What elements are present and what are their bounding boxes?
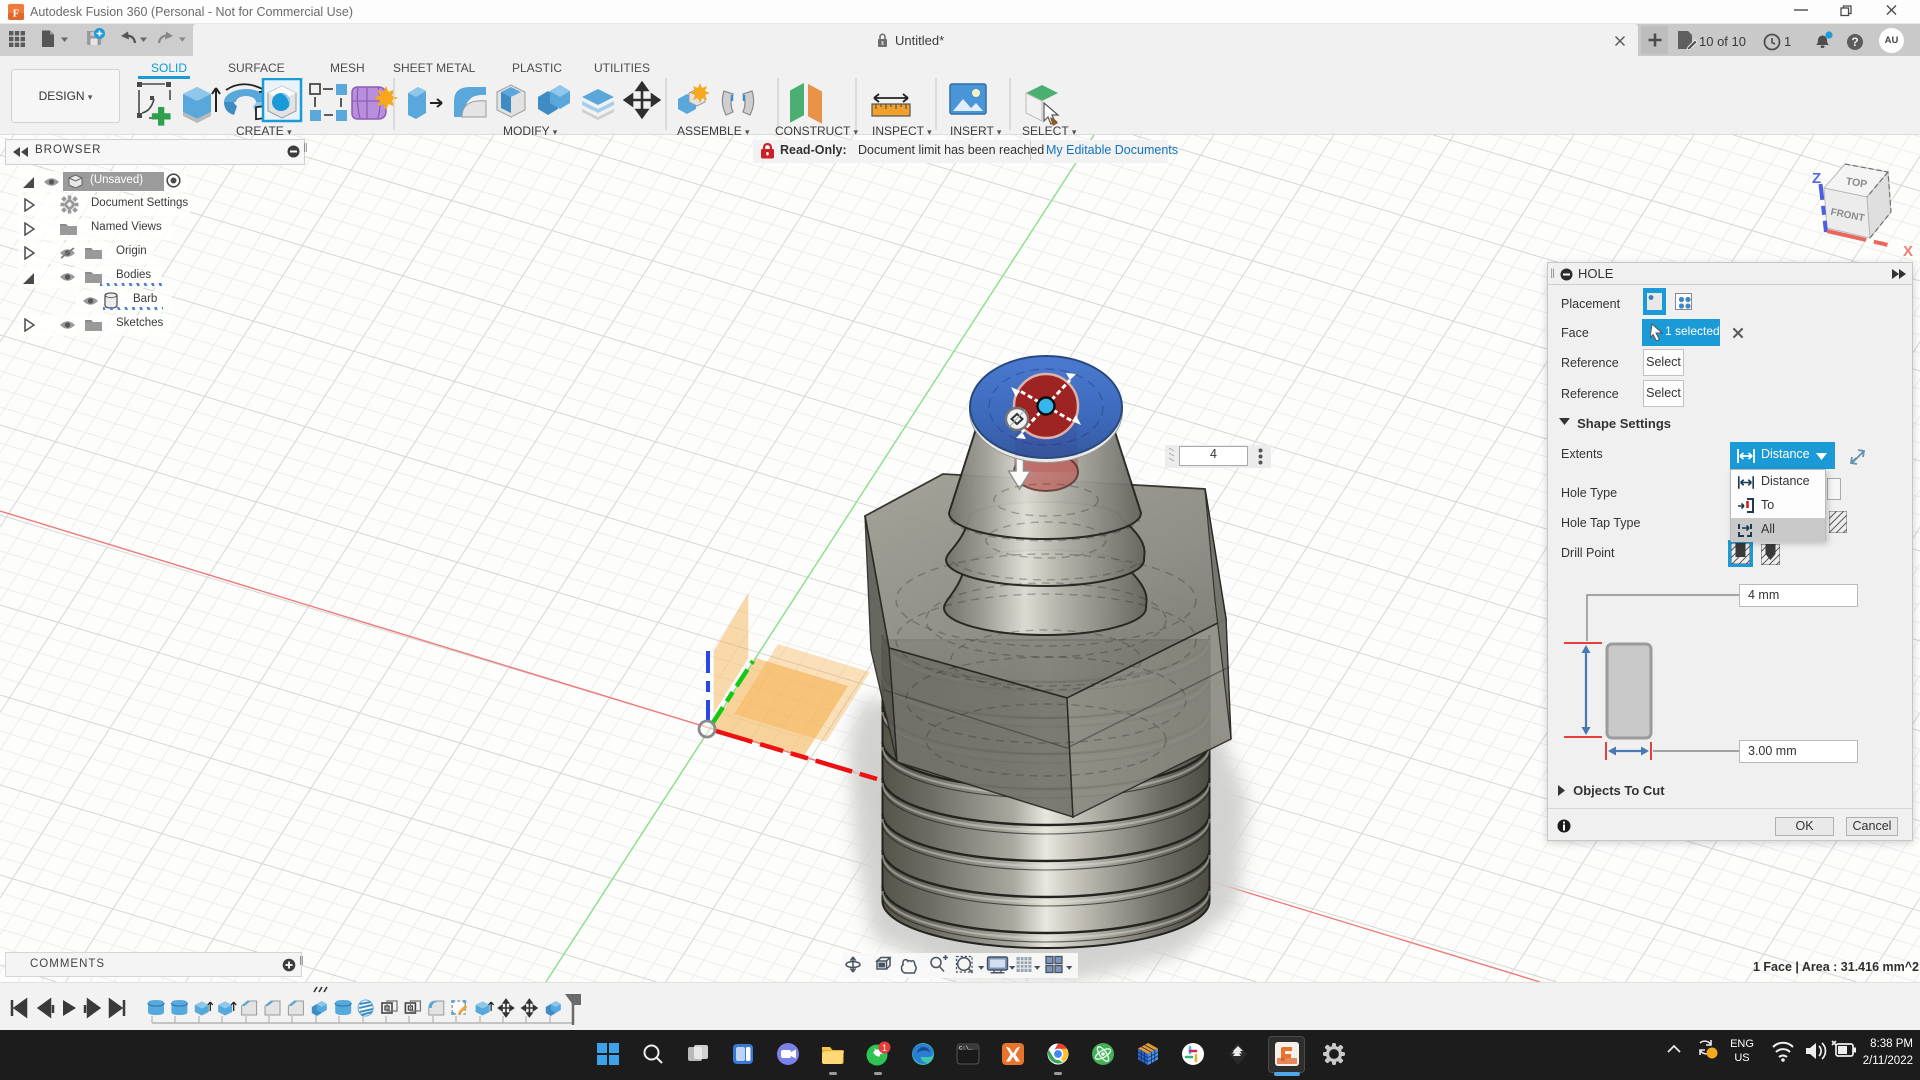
svg-text:F: F (13, 8, 20, 20)
svg-text:ENG: ENG (1730, 1038, 1754, 1050)
svg-text:C:\_: C:\_ (959, 1045, 973, 1052)
svg-text:Z: Z (1812, 170, 1821, 187)
svg-text:US: US (1734, 1052, 1749, 1064)
svg-text:X: X (1903, 243, 1913, 260)
svg-text:?: ? (1851, 35, 1858, 49)
svg-text:1: 1 (882, 1043, 887, 1053)
